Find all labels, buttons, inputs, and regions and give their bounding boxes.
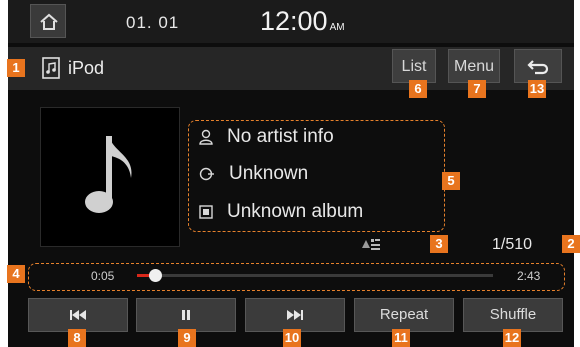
next-track-button[interactable] bbox=[245, 298, 345, 332]
elapsed-time: 0:05 bbox=[91, 269, 115, 283]
callout-13: 13 bbox=[528, 80, 546, 98]
previous-track-button[interactable] bbox=[28, 298, 128, 332]
callout-8: 8 bbox=[68, 329, 86, 347]
total-duration: 2:43 bbox=[517, 269, 541, 283]
clock-time: 12:00 bbox=[260, 6, 328, 36]
track-info-box: No artist info Unknown Unknown album bbox=[188, 120, 445, 232]
pause-button[interactable] bbox=[136, 298, 236, 332]
artist-name: No artist info bbox=[227, 126, 334, 147]
shuffle-button[interactable]: Shuffle bbox=[463, 298, 563, 332]
infotainment-screen: 01. 01 12:00 AM iPod List Menu No artist… bbox=[8, 0, 574, 347]
source-label: iPod bbox=[68, 58, 105, 78]
album-icon bbox=[199, 205, 213, 219]
pause-icon bbox=[182, 310, 190, 320]
clock-ampm: AM bbox=[329, 22, 345, 33]
progress-track[interactable] bbox=[137, 269, 493, 282]
artist-icon bbox=[199, 129, 213, 145]
callout-3: 3 bbox=[430, 235, 448, 253]
callout-11: 11 bbox=[392, 329, 410, 347]
media-title-bar: iPod List Menu bbox=[8, 47, 574, 90]
song-title-icon bbox=[199, 167, 214, 181]
callout-2: 2 bbox=[562, 235, 580, 253]
callout-10: 10 bbox=[283, 329, 301, 347]
music-note-icon bbox=[85, 136, 132, 213]
back-button[interactable] bbox=[514, 49, 562, 83]
status-bar: 01. 01 12:00 AM bbox=[8, 0, 574, 43]
callout-7: 7 bbox=[468, 80, 486, 98]
date-display: 01. 01 bbox=[126, 13, 180, 32]
playback-mode-icon bbox=[362, 239, 380, 250]
repeat-button[interactable]: Repeat bbox=[354, 298, 454, 332]
album-name: Unknown album bbox=[227, 201, 364, 222]
back-arrow-icon bbox=[527, 60, 549, 75]
menu-button[interactable]: Menu bbox=[448, 49, 500, 83]
track-count: 1/510 bbox=[492, 236, 533, 253]
song-title-row: Unknown bbox=[199, 163, 308, 189]
home-button[interactable] bbox=[30, 4, 66, 38]
progress-box: 0:05 2:43 bbox=[28, 263, 565, 291]
album-row: Unknown album bbox=[199, 201, 363, 227]
callout-5: 5 bbox=[442, 172, 460, 190]
callout-12: 12 bbox=[503, 329, 521, 347]
skip-next-icon bbox=[287, 310, 303, 320]
callout-1: 1 bbox=[7, 59, 25, 77]
skip-previous-icon bbox=[70, 310, 86, 320]
song-title: Unknown bbox=[229, 163, 309, 184]
progress-knob[interactable] bbox=[148, 269, 162, 282]
callout-9: 9 bbox=[178, 329, 196, 347]
artist-row: No artist info bbox=[199, 126, 334, 152]
album-art bbox=[40, 107, 180, 247]
music-file-icon bbox=[42, 57, 60, 79]
clock: 12:00 AM bbox=[260, 6, 345, 37]
callout-4: 4 bbox=[7, 265, 25, 283]
list-button[interactable]: List bbox=[392, 49, 436, 83]
callout-6: 6 bbox=[409, 80, 427, 98]
home-icon bbox=[40, 13, 58, 30]
